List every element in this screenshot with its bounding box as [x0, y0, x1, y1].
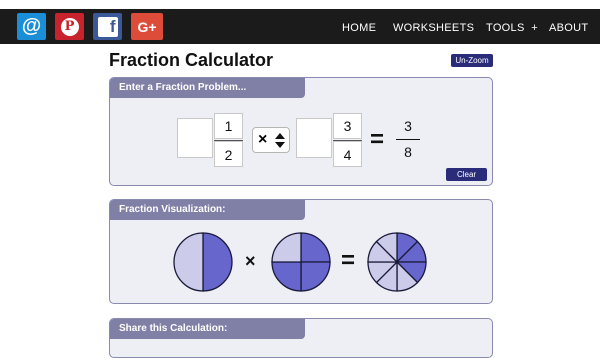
equals-sign: = [370, 126, 385, 153]
denominator-1-input[interactable]: 2 [214, 141, 243, 167]
operator-select[interactable]: × [252, 127, 290, 153]
problem-panel-header: Enter a Fraction Problem... [110, 78, 305, 98]
numerator-2-input[interactable]: 3 [333, 113, 362, 139]
numerator-2-value: 3 [343, 118, 352, 134]
numerator-1-value: 1 [224, 118, 233, 134]
whole-number-1-input[interactable] [177, 118, 213, 158]
pinterest-icon: P [60, 17, 79, 36]
nav-worksheets[interactable]: WORKSHEETS [393, 22, 474, 34]
visual-equals-sign: = [341, 247, 356, 274]
share-panel: Share this Calculation: [109, 318, 493, 358]
arrow-down-icon [275, 142, 285, 148]
visualization-panel-header: Fraction Visualization: [110, 200, 305, 220]
visualization-panel: Fraction Visualization: [109, 199, 493, 304]
result-fraction-bar [396, 139, 420, 140]
at-icon: @ [21, 15, 42, 37]
clear-button[interactable]: Clear [446, 168, 487, 181]
googleplus-icon: G+ [137, 18, 157, 35]
arrow-up-icon [275, 133, 285, 139]
visual-times-sign: × [245, 251, 256, 271]
facebook-icon: f [97, 16, 118, 37]
facebook-share-button[interactable]: f [93, 13, 122, 40]
nav-tools[interactable]: TOOLS + [486, 22, 538, 34]
share-panel-header: Share this Calculation: [110, 319, 305, 339]
operator-value: × [258, 131, 268, 148]
pinterest-share-button[interactable]: P [55, 13, 84, 40]
whole-number-2-input[interactable] [296, 118, 332, 158]
denominator-2-input[interactable]: 4 [333, 141, 362, 167]
unzoom-button[interactable]: Un-Zoom [451, 54, 493, 67]
email-share-button[interactable]: @ [17, 13, 46, 40]
googleplus-share-button[interactable]: G+ [131, 13, 163, 40]
page-title: Fraction Calculator [109, 50, 274, 70]
nav-home[interactable]: HOME [342, 22, 376, 34]
numerator-1-input[interactable]: 1 [214, 113, 243, 139]
top-navbar: @ P f G+ HOME WORKSHEETS TOOLS + ABOUT [0, 9, 600, 44]
denominator-2-value: 4 [343, 147, 352, 163]
denominator-1-value: 2 [224, 147, 233, 163]
nav-about[interactable]: ABOUT [549, 22, 588, 34]
result-numerator: 3 [404, 118, 412, 134]
result-denominator: 8 [404, 144, 412, 160]
